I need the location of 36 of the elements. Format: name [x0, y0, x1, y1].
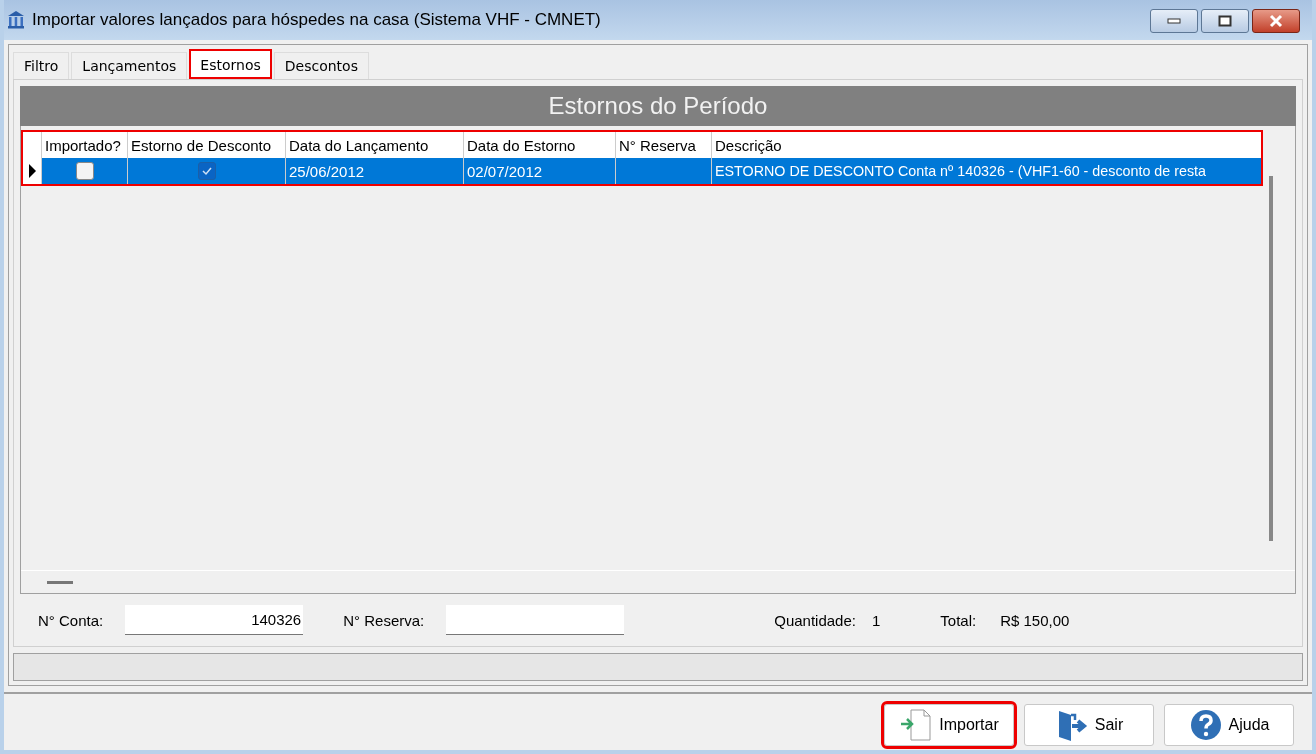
scrollbar[interactable]: [1269, 176, 1273, 541]
quantity-label: Quantidade:: [774, 611, 856, 629]
close-button[interactable]: [1252, 9, 1300, 33]
exit-button[interactable]: Sair: [1024, 704, 1154, 746]
account-field[interactable]: 140326: [125, 605, 304, 635]
tab[interactable]: Estornos: [189, 49, 272, 79]
quantity-value: 1: [871, 611, 881, 629]
maximize-icon: [1218, 15, 1232, 27]
field-label: N° Reserva:: [343, 611, 425, 629]
window-title: Importar valores lançados para hóspedes na casa (Sistema VHF - CMNET): [32, 10, 601, 30]
tab[interactable]: Descontos: [273, 52, 369, 79]
close-icon: [1268, 14, 1284, 28]
row-pointer-icon: [28, 164, 36, 178]
bank-icon: [6, 10, 26, 30]
checkbox[interactable]: [197, 162, 216, 180]
total-label: Total:: [940, 611, 977, 629]
help-icon: [1188, 708, 1223, 742]
field-label: N° Conta:: [38, 611, 104, 629]
checkbox[interactable]: [75, 162, 94, 180]
help-button[interactable]: Ajuda: [1164, 704, 1294, 746]
tab[interactable]: Filtro: [13, 52, 70, 79]
document-arrow-icon: [899, 708, 934, 742]
scroll-thumb[interactable]: [47, 580, 73, 584]
table-cell: 25/06/2012: [289, 162, 365, 180]
check-icon: [200, 166, 213, 176]
maximize-button[interactable]: [1201, 9, 1249, 33]
panel-title: Estornos do Período: [548, 92, 768, 120]
minimize-button[interactable]: [1150, 9, 1198, 33]
minimize-icon: [1167, 18, 1181, 24]
table-row[interactable]: 25/06/2012 02/07/2012 ESTORNO DE DESCONTO Conta nº 140326 - (VHF1-60 - desconto de resta: [23, 158, 1261, 184]
import-button[interactable]: Importar: [884, 704, 1014, 746]
total-value: R$ 150,00: [1000, 611, 1070, 629]
table-cell: ESTORNO DE DESCONTO Conta nº 140326 - (VHF1-60 - desconto de resta: [715, 163, 1206, 179]
reservation-field[interactable]: [446, 605, 625, 635]
tab[interactable]: Lançamentos: [71, 52, 188, 79]
table-cell: 02/07/2012: [467, 162, 543, 180]
